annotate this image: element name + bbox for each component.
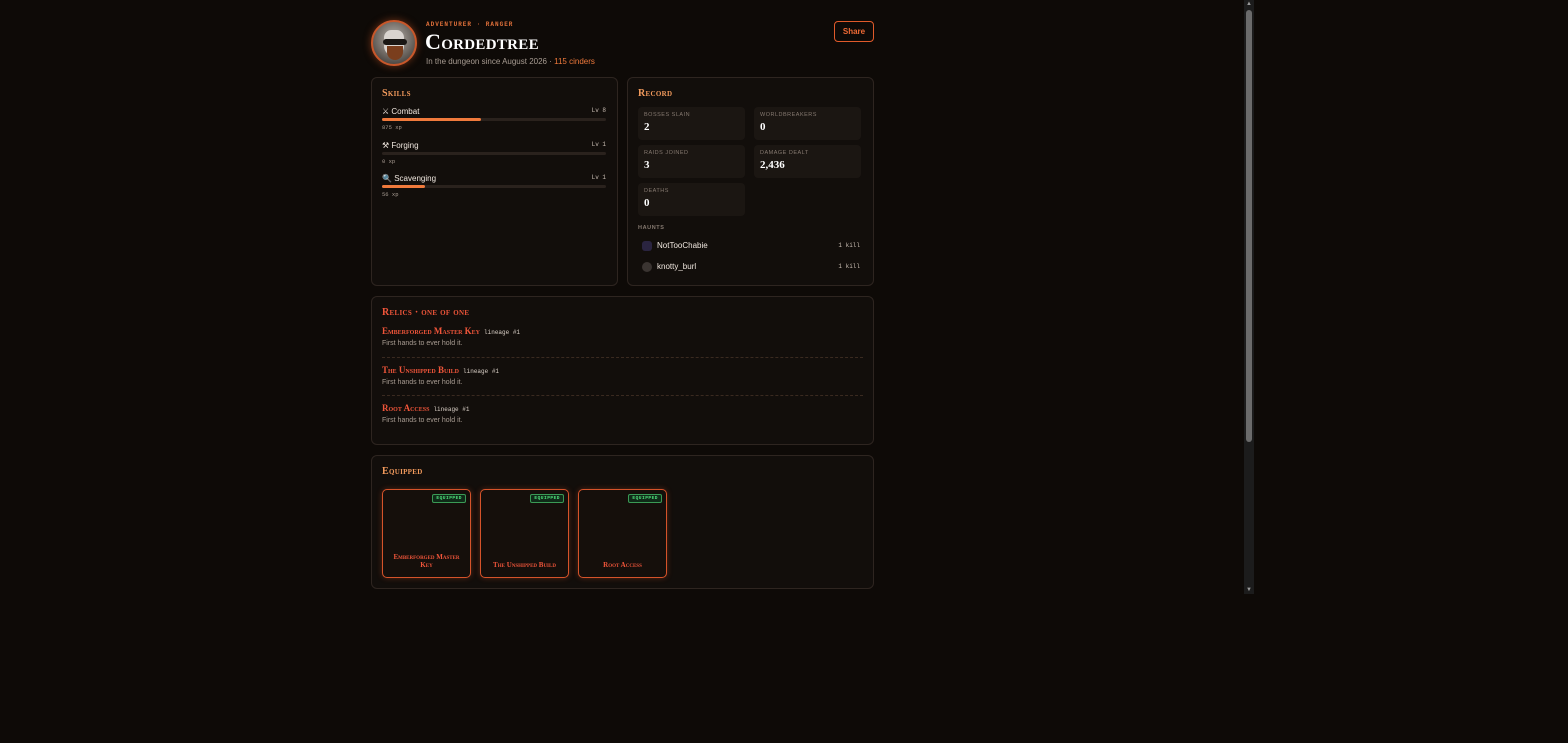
relic-name: Emberforged Master Key lineage #1 — [382, 326, 521, 336]
haunt-name: knotty_burl — [657, 262, 697, 271]
equipped-badge: EQUIPPED — [628, 494, 662, 503]
skill-name: ⚒ Forging — [382, 141, 419, 150]
skill-name: ⚔ Combat — [382, 107, 420, 116]
skill-level: Lv 1 — [591, 141, 606, 148]
player-name: Cordedtree — [425, 29, 539, 54]
relic-description: First hands to ever hold it. — [382, 417, 463, 424]
record-title: Record — [638, 88, 673, 99]
stat-value: 2,436 — [760, 159, 785, 171]
class-eyebrow: ADVENTURER · RANGER — [426, 21, 514, 28]
scroll-down-arrow-icon[interactable]: ▼ — [1245, 586, 1253, 594]
skill-level: Lv 8 — [591, 107, 606, 114]
haunt-row[interactable]: NotTooChabie 1 kill — [642, 240, 860, 254]
stat-label: DEATHS — [644, 188, 669, 194]
equipped-badge: EQUIPPED — [432, 494, 466, 503]
relic-item: Root Access lineage #1 First hands to eve… — [382, 403, 863, 441]
stat-worldbreakers: WORLDBREAKERS 0 — [754, 107, 861, 140]
scrollbar[interactable]: ▲ ▼ — [1244, 0, 1254, 594]
magnifier-icon: 🔍 — [382, 174, 392, 183]
relic-item: The Unshipped Build lineage #1 First hand… — [382, 365, 863, 403]
equipped-item-name: The Unshipped Build — [493, 561, 556, 569]
skill-xp: 56 xp — [382, 191, 399, 198]
relic-name: The Unshipped Build lineage #1 — [382, 365, 500, 375]
relic-item: Emberforged Master Key lineage #1 First h… — [382, 326, 863, 364]
equipped-item-name: Root Access — [603, 561, 642, 569]
relic-lineage: lineage #1 — [463, 368, 500, 375]
stat-label: RAIDS JOINED — [644, 150, 689, 156]
equipped-card[interactable]: EQUIPPED Emberforged Master Key — [382, 489, 471, 578]
relics-title: Relics · one of one — [382, 307, 470, 318]
skill-progress-fill — [382, 185, 425, 188]
skill-combat: ⚔ Combat Lv 8 875 xp — [382, 107, 606, 133]
skill-progress-track — [382, 152, 606, 155]
hammer-icon: ⚒ — [382, 141, 390, 150]
equipped-card[interactable]: EQUIPPED The Unshipped Build — [480, 489, 569, 578]
cinders-count: 115 cinders — [554, 57, 595, 66]
stat-value: 3 — [644, 159, 650, 171]
boss-icon — [642, 262, 652, 272]
since-text: In the dungeon since August 2026 · 115 c… — [426, 57, 595, 66]
relics-panel: Relics · one of one Emberforged Master K… — [371, 296, 874, 445]
stat-raids-joined: RAIDS JOINED 3 — [638, 145, 745, 178]
skill-progress-fill — [382, 118, 481, 121]
skill-progress-track — [382, 118, 606, 121]
equipped-card[interactable]: EQUIPPED Root Access — [578, 489, 667, 578]
stat-label: BOSSES SLAIN — [644, 112, 691, 118]
scrollbar-thumb[interactable] — [1246, 10, 1252, 442]
boss-icon — [642, 241, 652, 251]
haunts-label: HAUNTS — [638, 225, 665, 231]
since-label: In the dungeon since August 2026 · — [426, 57, 555, 66]
relic-description: First hands to ever hold it. — [382, 340, 463, 347]
relic-description: First hands to ever hold it. — [382, 379, 463, 386]
scroll-up-arrow-icon[interactable]: ▲ — [1245, 0, 1253, 8]
stat-bosses-slain: BOSSES SLAIN 2 — [638, 107, 745, 140]
skill-level: Lv 1 — [591, 174, 606, 181]
stat-damage-dealt: DAMAGE DEALT 2,436 — [754, 145, 861, 178]
stat-deaths: DEATHS 0 — [638, 183, 745, 216]
stat-value: 0 — [644, 197, 650, 209]
avatar-goggles — [383, 39, 407, 45]
skill-progress-track — [382, 185, 606, 188]
haunt-name: NotTooChabie — [657, 241, 708, 250]
skill-xp: 0 xp — [382, 158, 396, 165]
sword-icon: ⚔ — [382, 107, 390, 116]
skill-xp: 875 xp — [382, 124, 402, 131]
share-button[interactable]: Share — [834, 21, 874, 42]
haunt-kills: 1 kill — [838, 242, 860, 249]
equipped-item-name: Emberforged Master Key — [393, 553, 460, 569]
profile-header: ADVENTURER · RANGER Cordedtree In the du… — [371, 18, 874, 68]
skills-panel: Skills ⚔ Combat Lv 8 875 xp ⚒ Forging Lv… — [371, 77, 618, 286]
relic-divider — [382, 395, 863, 396]
equipped-panel: Equipped EQUIPPED Emberforged Master Key… — [371, 455, 874, 589]
stat-label: WORLDBREAKERS — [760, 112, 817, 118]
stat-label: DAMAGE DEALT — [760, 150, 809, 156]
haunt-kills: 1 kill — [838, 263, 860, 270]
skill-name: 🔍 Scavenging — [382, 174, 437, 183]
relic-lineage: lineage #1 — [484, 329, 521, 336]
relic-lineage: lineage #1 — [433, 406, 470, 413]
equipped-title: Equipped — [382, 466, 423, 477]
skills-title: Skills — [382, 88, 411, 99]
relic-name: Root Access lineage #1 — [382, 403, 470, 413]
relic-divider — [382, 357, 863, 358]
stat-value: 2 — [644, 121, 650, 133]
haunt-row[interactable]: knotty_burl 1 kill — [642, 261, 860, 275]
stat-value: 0 — [760, 121, 766, 133]
avatar-beard — [387, 46, 403, 60]
skill-scavenging: 🔍 Scavenging Lv 1 56 xp — [382, 174, 606, 200]
equipped-badge: EQUIPPED — [530, 494, 564, 503]
avatar — [371, 20, 417, 66]
skill-forging: ⚒ Forging Lv 1 0 xp — [382, 141, 606, 167]
record-panel: Record BOSSES SLAIN 2 WORLDBREAKERS 0 RA… — [627, 77, 874, 286]
